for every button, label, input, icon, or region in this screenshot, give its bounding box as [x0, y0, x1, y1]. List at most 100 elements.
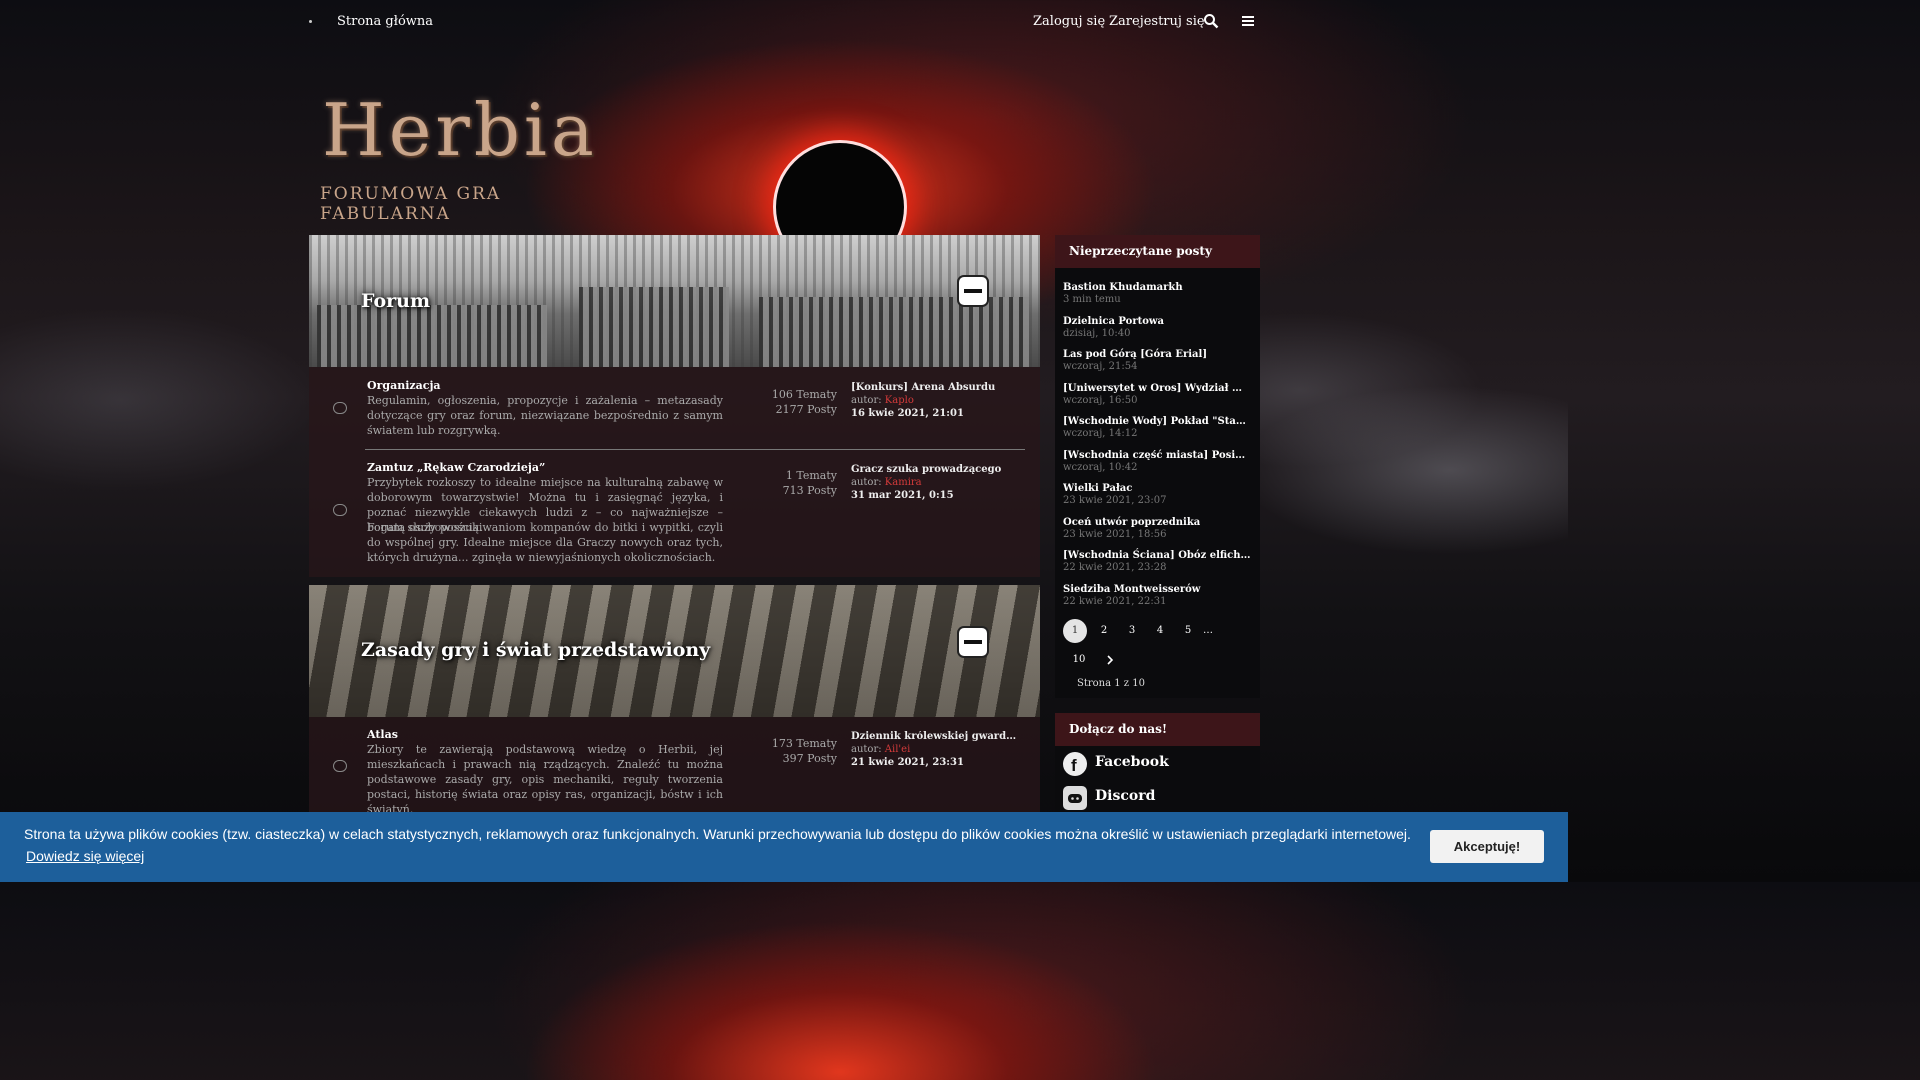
unread-post-item[interactable]: Bastion Khudamarkh 3 min temu — [1055, 273, 1260, 307]
unread-post-item[interactable]: [Uniwersytet w Oros] Wydział Nauk Prz...… — [1055, 374, 1260, 408]
unread-post-item[interactable]: [Wschodnia część miasta] Posiadłość B...… — [1055, 441, 1260, 475]
page-button[interactable]: 4 — [1148, 619, 1172, 643]
social-label: Discord — [1095, 788, 1156, 804]
forum-name-link[interactable]: Zamtuz „Rękaw Czarodzieja” — [367, 461, 545, 474]
join-us-heading: Dołącz do nas! — [1055, 713, 1260, 746]
search-icon[interactable] — [1203, 13, 1219, 29]
forum-list: Organizacja Regulamin, ogłoszenia, propo… — [309, 367, 1040, 577]
page-button[interactable]: 10 — [1067, 648, 1091, 672]
sidebar: Nieprzeczytane posty Bastion Khudamarkh 3… — [1055, 235, 1260, 814]
collapse-category-button[interactable] — [959, 628, 987, 656]
unread-posts-panel: Bastion Khudamarkh 3 min temu Dzielnica P… — [1055, 268, 1260, 698]
unread-post-item[interactable]: Las pod Górą [Góra Erial] wczoraj, 21:54 — [1055, 340, 1260, 374]
nav-register-link[interactable]: Zarejestruj się — [1109, 14, 1205, 29]
page-ellipsis: … — [1203, 625, 1213, 636]
last-post-author-prefix: autor: — [851, 477, 882, 488]
unread-post-item[interactable]: Dzielnica Portowa dzisiaj, 10:40 — [1055, 307, 1260, 341]
nav-home-link[interactable]: Strona główna — [337, 14, 433, 29]
cookie-accept-button[interactable]: Akceptuję! — [1430, 830, 1544, 863]
forum-stats: 173 Tematy 397 Posty — [749, 736, 837, 766]
svg-text:f: f — [1071, 756, 1077, 775]
last-post-link[interactable]: Gracz szuka prowadzącego — [851, 464, 1021, 475]
category-title[interactable]: Forum — [361, 290, 430, 312]
chevron-right-icon[interactable] — [1098, 648, 1122, 672]
last-post-author-link[interactable]: Kaplo — [885, 395, 914, 406]
unread-post-time: wczoraj, 10:42 — [1063, 461, 1138, 473]
hamburger-menu-icon[interactable] — [1240, 13, 1256, 29]
page-button[interactable]: 3 — [1120, 619, 1144, 643]
unread-post-title[interactable]: Las pod Górą [Góra Erial] — [1063, 340, 1251, 360]
facebook-icon: f — [1063, 752, 1087, 776]
last-post-author-link[interactable]: Ail'ei — [885, 744, 910, 755]
page-button[interactable]: 2 — [1092, 619, 1116, 643]
unread-post-title[interactable]: Dzielnica Portowa — [1063, 307, 1251, 327]
last-post-date: 21 kwie 2021, 23:31 — [851, 757, 964, 768]
page-info: Strona 1 z 10 — [1077, 678, 1145, 689]
category-banner-forum: Forum — [309, 235, 1040, 367]
unread-post-title[interactable]: [Uniwersytet w Oros] Wydział Nauk Prz... — [1063, 374, 1251, 394]
nav-bullet — [309, 20, 312, 23]
last-post-link[interactable]: Dziennik królewskiej gwardzis... — [851, 731, 1021, 742]
unread-post-title[interactable]: Oceń utwór poprzednika — [1063, 508, 1251, 528]
last-post-date: 16 kwie 2021, 21:01 — [851, 408, 964, 419]
unread-post-item[interactable]: Oceń utwór poprzednika 23 kwie 2021, 18:5… — [1055, 508, 1260, 542]
unread-post-item[interactable]: Wielki Pałac 23 kwie 2021, 23:07 — [1055, 474, 1260, 508]
last-post-author-prefix: autor: — [851, 395, 882, 406]
unread-post-title[interactable]: [Wschodnia część miasta] Posiadłość B... — [1063, 441, 1251, 461]
unread-post-item[interactable]: Siedziba Montweisserów 22 kwie 2021, 22:3… — [1055, 575, 1260, 609]
last-post-date: 31 mar 2021, 0:15 — [851, 490, 954, 501]
category-title[interactable]: Zasady gry i świat przedstawiony — [361, 639, 710, 661]
site-logo[interactable]: Herbia FORUMOWA GRA FABULARNA — [318, 88, 638, 224]
cookie-learn-more-link[interactable]: Dowiedz się więcej — [26, 848, 144, 864]
unread-posts-heading: Nieprzeczytane posty — [1055, 235, 1260, 268]
unread-post-time: 3 min temu — [1063, 294, 1121, 305]
forum-row: Atlas Zbiory te zawierają podstawową wie… — [309, 717, 1040, 816]
discord-icon — [1063, 786, 1087, 810]
unread-post-time: dzisiaj, 10:40 — [1063, 327, 1131, 339]
forum-name-link[interactable]: Organizacja — [367, 379, 441, 392]
forum-topics-count: 173 Tematy — [771, 737, 837, 750]
forum-posts-count: 2177 Posty — [775, 403, 837, 416]
social-label: Facebook — [1095, 754, 1169, 770]
unread-post-title[interactable]: Wielki Pałac — [1063, 474, 1251, 494]
forum-list: Atlas Zbiory te zawierają podstawową wie… — [309, 717, 1040, 816]
forum-stats: 106 Tematy 2177 Posty — [749, 387, 837, 417]
forum-read-icon — [333, 504, 347, 516]
unread-post-title[interactable]: Siedziba Montweisserów — [1063, 575, 1251, 595]
last-post-link[interactable]: [Konkurs] Arena Absurdu — [851, 382, 1021, 393]
last-post-author: autor: Ail'ei — [851, 744, 910, 755]
unread-post-time: 22 kwie 2021, 22:31 — [1063, 595, 1167, 607]
pagination: 1 2 3 4 5 … 10 Strona 1 z 10 — [1055, 608, 1260, 698]
unread-post-title[interactable]: Bastion Khudamarkh — [1063, 273, 1251, 293]
collapse-category-button[interactable] — [959, 277, 987, 305]
forum-row: Organizacja Regulamin, ogłoszenia, propo… — [309, 367, 1040, 449]
nav-login-link[interactable]: Zaloguj się — [1033, 14, 1105, 29]
forum-description: Zbiory te zawierają podstawową wiedzę o … — [367, 743, 723, 816]
page-button-current[interactable]: 1 — [1063, 619, 1087, 643]
unread-post-title[interactable]: [Wschodnia Ściana] Obóz elfich uchodź... — [1063, 541, 1251, 561]
unread-post-title[interactable]: [Wschodnie Wody] Pokład "Starej Suki" — [1063, 407, 1251, 427]
cookie-message: Strona ta używa plików cookies (tzw. cia… — [24, 826, 1411, 842]
unread-post-time: 22 kwie 2021, 23:28 — [1063, 562, 1167, 573]
logo-subtitle: FORUMOWA GRA FABULARNA — [320, 184, 502, 224]
forum-topics-count: 106 Tematy — [771, 388, 837, 401]
unread-post-item[interactable]: [Wschodnia Ściana] Obóz elfich uchodź...… — [1055, 541, 1260, 575]
top-navigation: Strona główna Zaloguj się Zarejestruj si… — [309, 0, 1260, 44]
forum-description-extra: Forum służy poszukiwaniom kompanów do bi… — [367, 521, 723, 564]
unread-post-item[interactable]: [Wschodnie Wody] Pokład "Starej Suki"wcz… — [1055, 407, 1260, 441]
forum-stats: 1 Tematy 713 Posty — [749, 468, 837, 498]
forum-posts-count: 713 Posty — [782, 484, 837, 497]
social-link-discord[interactable]: Discord — [1055, 780, 1260, 814]
category-banner-rules: Zasady gry i świat przedstawiony — [309, 585, 1040, 717]
last-post-author-link[interactable]: Kamira — [885, 477, 922, 488]
forum-posts-count: 397 Posty — [782, 752, 837, 765]
last-post-author: autor: Kamira — [851, 477, 922, 488]
banner-building-left — [317, 305, 547, 367]
social-link-facebook[interactable]: f Facebook — [1055, 746, 1260, 780]
forum-name-link[interactable]: Atlas — [367, 728, 398, 741]
last-post-author: autor: Kaplo — [851, 395, 914, 406]
forum-read-icon — [333, 760, 347, 772]
logo-title: Herbia — [322, 88, 598, 172]
last-post-author-prefix: autor: — [851, 744, 882, 755]
forum-topics-count: 1 Tematy — [785, 469, 837, 482]
